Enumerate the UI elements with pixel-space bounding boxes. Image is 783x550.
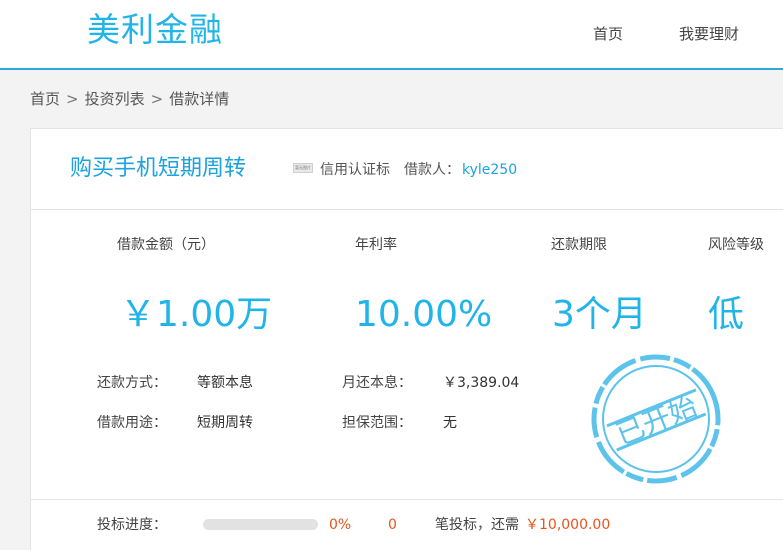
remaining-amount: ￥10,000.00 [525,517,611,533]
cert-badge-image: 暂无图片 [293,163,313,173]
nav-home[interactable]: 首页 [593,24,623,44]
repay-method-label: 还款方式： [97,375,167,391]
monthly-payment-label: 月还本息： [342,375,412,391]
bid-count: 0 [388,517,397,533]
started-stamp-icon: 已开始 [591,354,721,484]
loan-title-bar: 购买手机短期周转 暂无图片 信用认证标 借款人： kyle250 [31,129,783,210]
guarantee-value: 无 [443,415,457,431]
stamp-text: 已开始 [611,389,701,451]
annual-rate-value: 10.00% [355,294,493,335]
monthly-payment-value: ￥3,389.04 [443,375,520,391]
bid-progress-section: 投标进度： 0% 0 笔投标，还需 ￥10,000.00 [31,499,783,549]
loan-amount-label: 借款金额（元） [117,237,215,253]
breadcrumb-current: 借款详情 [169,90,230,108]
progress-percent: 0% [329,517,352,533]
breadcrumb-invest-list[interactable]: 投资列表 [85,89,145,109]
progress-label: 投标进度： [97,517,167,533]
bid-suffix: 笔投标，还需 [435,517,519,533]
repay-term-label: 还款期限 [551,237,607,253]
annual-rate-label: 年利率 [355,237,397,253]
loan-purpose-value: 短期周转 [197,415,253,431]
breadcrumb-separator: > [66,90,79,108]
breadcrumb-home[interactable]: 首页 [30,89,60,109]
site-header: 美利金融 首页 我要理财 [0,0,783,70]
repay-method-value: 等额本息 [197,375,253,391]
nav-invest[interactable]: 我要理财 [679,24,739,44]
guarantee-label: 担保范围： [342,415,412,431]
loan-purpose-label: 借款用途： [97,415,167,431]
cert-label: 信用认证标 [320,162,390,178]
loan-detail-card: 购买手机短期周转 暂无图片 信用认证标 借款人： kyle250 借款金额（元）… [30,128,783,550]
site-logo[interactable]: 美利金融 [87,8,223,52]
risk-level-value: 低 [708,294,745,335]
loan-amount-value: ￥1.00万 [120,294,273,335]
borrower-name-link[interactable]: kyle250 [462,161,517,179]
progress-bar [203,519,318,530]
loan-title: 购买手机短期周转 [70,156,247,181]
risk-level-label: 风险等级 [708,237,764,253]
breadcrumb-separator: > [150,90,164,108]
repay-term-value: 3个月 [552,294,647,335]
borrower-label: 借款人： [404,162,460,178]
breadcrumb: 首页 > 投资列表 > 借款详情 [30,89,229,109]
